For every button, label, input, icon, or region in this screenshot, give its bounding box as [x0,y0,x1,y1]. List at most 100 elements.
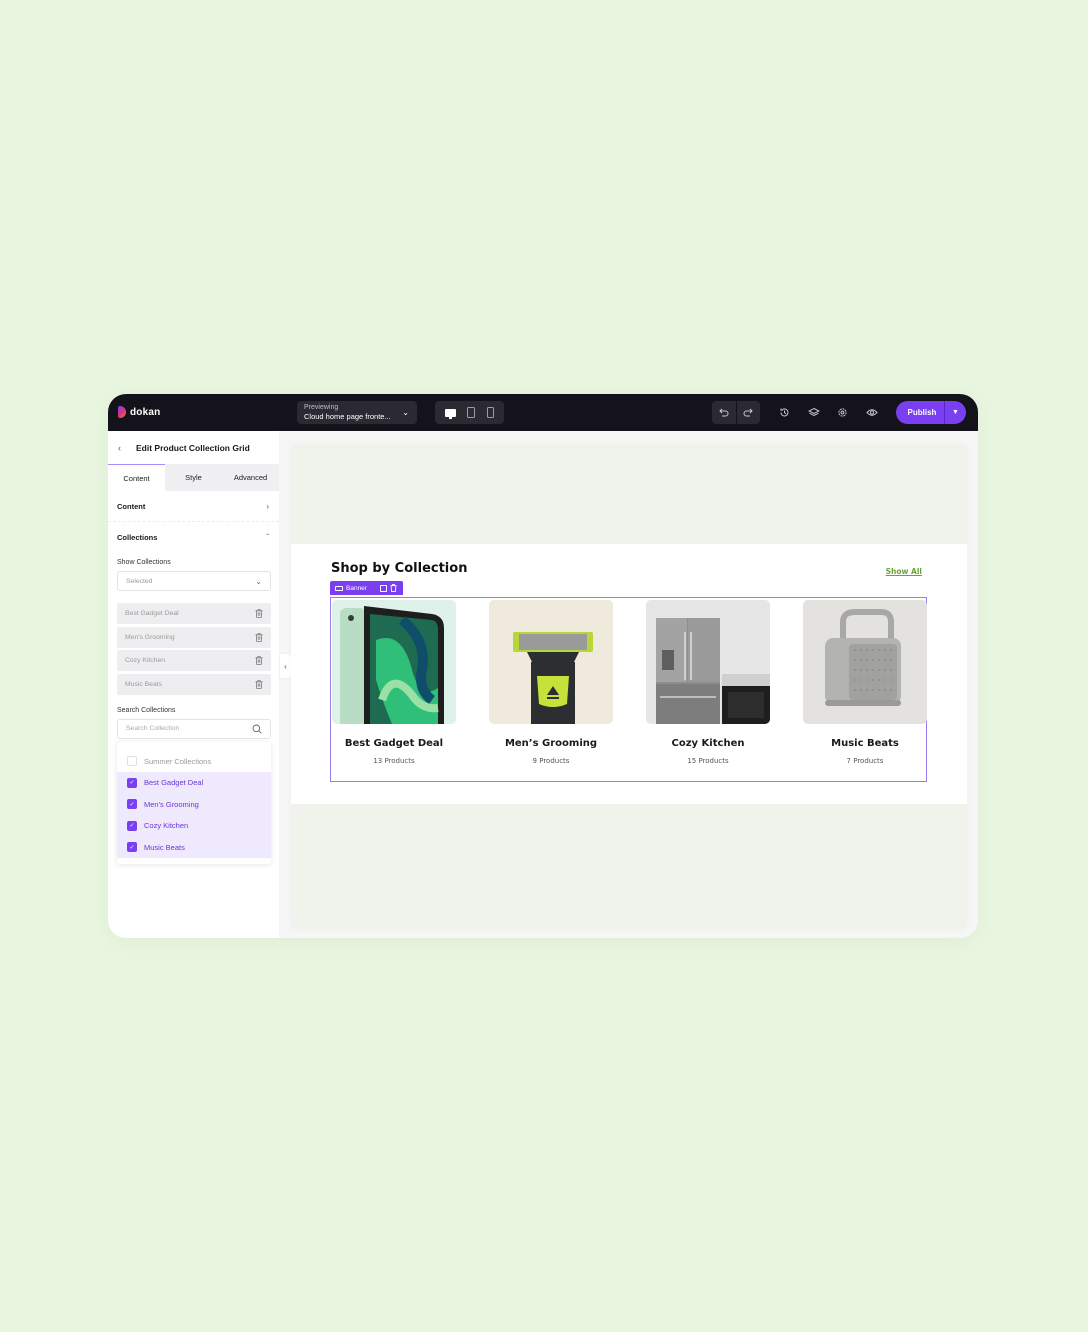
collection-count: 13 Products [373,757,415,765]
publish-button[interactable]: Publish [896,401,944,424]
dokan-logo[interactable]: dokan [118,406,160,418]
dropdown-option[interactable]: ✓ Music Beats [117,836,271,858]
collection-name: Best Gadget Deal [344,738,444,749]
dokan-logo-icon [118,406,126,418]
selected-collection-item: Music Beats [117,673,271,695]
device-switcher [435,401,504,424]
section-title: Shop by Collection [331,561,468,576]
collection-card[interactable]: Cozy Kitchen 15 Products [646,600,770,765]
collection-card[interactable]: Music Beats 7 Products [803,600,927,765]
collection-count: 15 Products [687,757,729,765]
tab-advanced[interactable]: Advanced [222,464,279,491]
mobile-icon[interactable] [487,407,495,418]
tab-style[interactable]: Style [165,464,222,491]
option-label: Best Gadget Deal [144,778,204,788]
search-collection-input[interactable] [126,725,236,732]
section-content-toggle[interactable]: Content › [108,491,279,522]
undo-redo-group [712,401,760,424]
tablet-icon[interactable] [467,407,476,418]
settings-icon [838,408,847,417]
collection-section: Shop by Collection Show All Banner Best … [291,544,967,804]
selected-collection-item: Men's Grooming [117,626,271,648]
show-collections-select[interactable]: Selected ⌄ [117,571,271,591]
element-tag[interactable]: Banner [330,581,403,595]
redo-icon [743,408,753,417]
back-icon[interactable]: ‹ [118,443,136,453]
trimmer-image [489,600,613,724]
duplicate-icon[interactable] [379,584,387,592]
section-label: Collections [117,533,158,542]
dropdown-option[interactable]: Summer Collections [117,751,271,773]
trash-icon[interactable] [390,584,397,592]
trash-icon [255,679,263,689]
collection-card[interactable]: Best Gadget Deal 13 Products [332,600,456,765]
select-value: Selected [126,577,153,585]
check-icon: ✓ [129,801,135,808]
collections-dropdown: Summer Collections ✓ Best Gadget Deal ✓ … [117,741,271,864]
delete-button[interactable] [255,679,263,689]
checkbox[interactable]: ✓ [127,842,137,853]
selected-collection-item: Cozy Kitchen [117,650,271,671]
show-all-link[interactable]: Show All [886,567,922,576]
collection-card[interactable]: Men’s Grooming 9 Products [489,600,613,765]
tab-content[interactable]: Content [108,464,165,491]
dropdown-option[interactable]: ✓ Cozy Kitchen [117,815,271,837]
collection-label: Men's Grooming [125,633,175,641]
check-icon: ✓ [129,844,135,851]
preview-page-select[interactable]: Previewing Cloud home page fronte... ⌄ [297,401,417,424]
trash-icon [255,609,263,618]
collapse-sidebar-button[interactable]: ‹ [280,654,291,678]
dropdown-option[interactable]: ✓ Best Gadget Deal [117,772,271,794]
publish-button-group: Publish ▼ [896,401,966,424]
delete-button[interactable] [255,656,263,665]
dropdown-option[interactable]: ✓ Men's Grooming [117,793,271,815]
preview-value: Cloud home page fronte... [304,412,391,421]
editor-window: dokan Previewing Cloud home page fronte.… [108,394,978,938]
delete-button[interactable] [255,609,263,618]
redo-button[interactable] [735,401,761,424]
sidebar-header: ‹ Edit Product Collection Grid [108,431,279,464]
check-icon: ✓ [129,823,135,830]
desktop-icon[interactable] [444,408,456,419]
chevron-down-icon: ⌄ [402,408,409,417]
section-collections-toggle[interactable]: Collections ˆ [108,522,279,553]
collection-name: Cozy Kitchen [671,738,745,749]
collection-name: Music Beats [831,738,899,749]
layers-button[interactable] [807,406,820,419]
checkbox[interactable]: ✓ [127,820,137,831]
collection-name: Men’s Grooming [504,738,598,749]
speaker-image [803,600,927,724]
trash-icon [255,632,263,642]
preview-label: Previewing [304,404,339,411]
option-label: Men's Grooming [144,799,199,809]
chevron-left-icon: ‹ [284,661,287,671]
collection-count: 9 Products [532,757,570,765]
selected-collections-list: Best Gadget Deal Men's Grooming Cozy Kit… [117,603,271,695]
checkbox[interactable]: ✓ [127,799,137,810]
search-icon[interactable] [252,724,262,734]
collection-label: Best Gadget Deal [125,610,179,617]
chevron-down-icon: ▼ [952,409,959,416]
tablet-image [332,600,456,724]
banner-icon [335,585,343,591]
search-collections-field [117,718,271,739]
chevron-up-icon: ˆ [266,533,269,542]
checkbox[interactable] [127,756,137,767]
element-tag-label: Banner [346,584,367,592]
option-label: Music Beats [144,842,185,852]
layers-icon [807,407,820,417]
history-button[interactable] [778,406,791,419]
preview-button[interactable] [865,406,878,419]
settings-button[interactable] [836,406,849,419]
trash-icon [255,656,263,665]
publish-options-button[interactable]: ▼ [944,401,966,424]
delete-button[interactable] [255,632,263,642]
checkbox[interactable]: ✓ [127,777,137,788]
undo-button[interactable] [712,401,736,424]
collection-label: Music Beats [125,680,163,688]
history-icon [780,408,789,417]
chevron-right-icon: › [266,501,269,511]
collection-grid[interactable]: Best Gadget Deal 13 Products Men’s Groom… [330,597,927,782]
panel-tabs: Content Style Advanced [108,464,279,491]
preview-eye-icon [865,409,878,416]
